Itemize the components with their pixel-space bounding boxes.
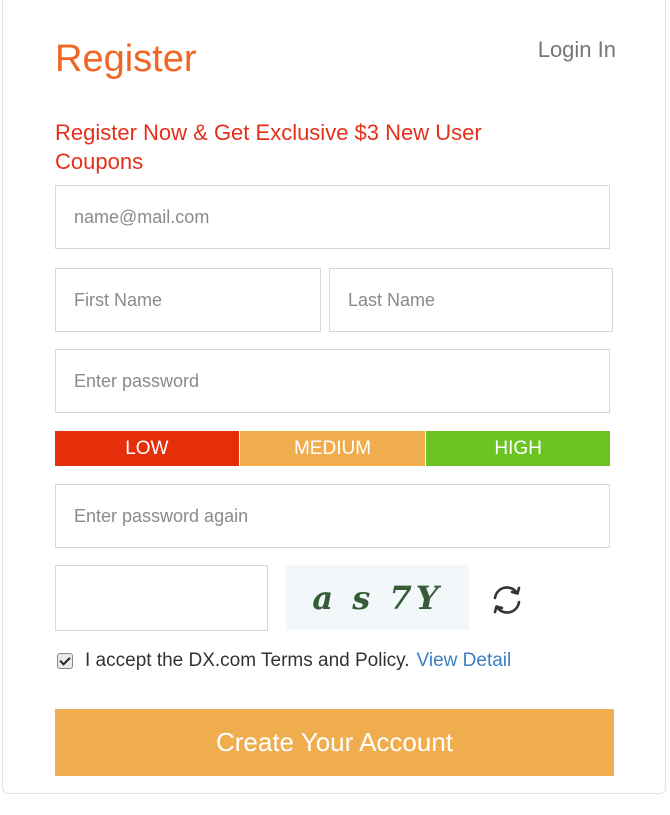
- email-field[interactable]: [55, 185, 610, 249]
- strength-low: LOW: [55, 431, 239, 466]
- terms-text: I accept the DX.com Terms and Policy.: [85, 650, 410, 671]
- refresh-icon[interactable]: [488, 581, 526, 619]
- strength-medium: MEDIUM: [238, 431, 426, 466]
- captcha-image: a s 7Y: [286, 565, 469, 630]
- page-title: Register: [55, 38, 197, 80]
- terms-checkbox[interactable]: [57, 653, 73, 669]
- captcha-input[interactable]: [55, 565, 268, 631]
- password-field[interactable]: [55, 349, 610, 413]
- first-name-field[interactable]: [55, 268, 321, 332]
- password-strength-meter: LOW MEDIUM HIGH: [55, 431, 611, 466]
- view-detail-link[interactable]: View Detail: [417, 650, 512, 672]
- promo-text: Register Now & Get Exclusive $3 New User…: [55, 120, 482, 174]
- password-confirm-field[interactable]: [55, 484, 610, 548]
- login-link[interactable]: Login In: [538, 36, 616, 64]
- last-name-field[interactable]: [329, 268, 613, 332]
- strength-high: HIGH: [425, 431, 611, 466]
- captcha-text: a s 7Y: [312, 578, 443, 617]
- create-account-button[interactable]: Create Your Account: [55, 709, 614, 776]
- terms-row: I accept the DX.com Terms and Policy. Vi…: [55, 648, 511, 674]
